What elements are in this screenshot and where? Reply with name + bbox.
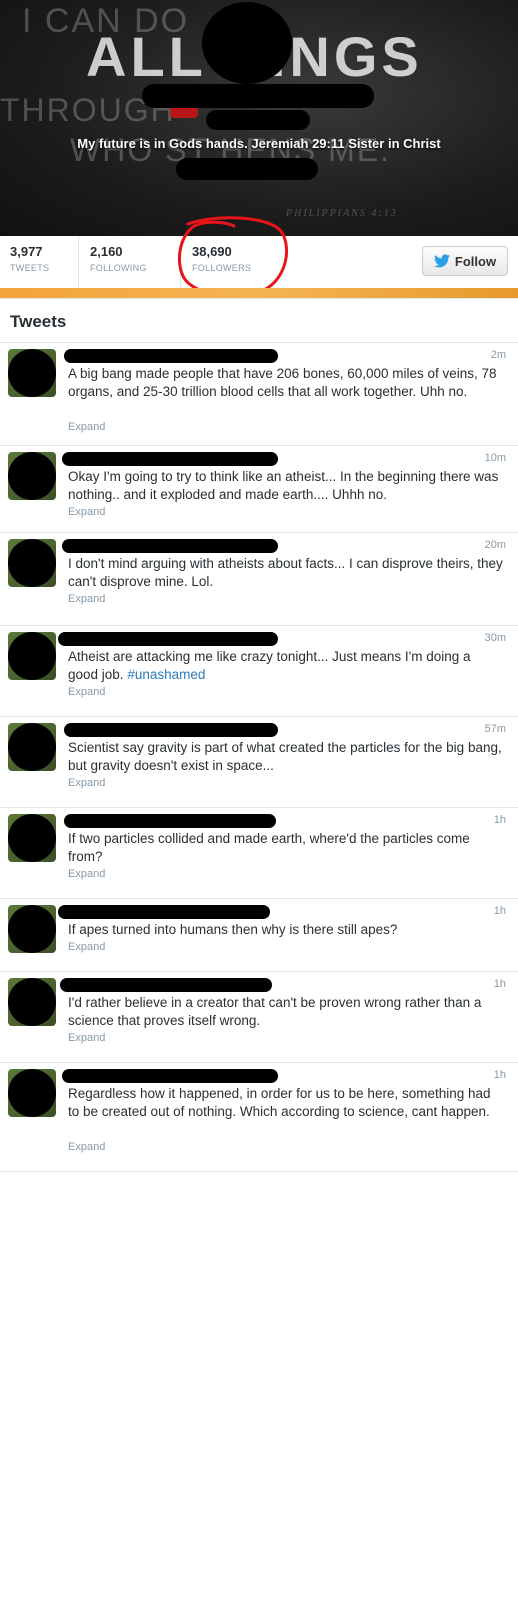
expand-link[interactable]: Expand — [68, 941, 105, 953]
tweet-timestamp[interactable]: 57m — [485, 723, 506, 735]
tweet-text: I'd rather believe in a creator that can… — [68, 994, 504, 1030]
tweet-item[interactable]: 2m A big bang made people that have 206 b… — [0, 343, 518, 446]
tweets-count: 3,977 — [10, 244, 43, 259]
stat-tweets[interactable]: 3,977 TWEETS — [10, 244, 49, 284]
tweet-item[interactable]: 1h I'd rather believe in a creator that c… — [0, 972, 518, 1063]
tweet-item[interactable]: 1h If apes turned into humans then why is… — [0, 899, 518, 972]
location-redaction — [176, 158, 318, 180]
following-count: 2,160 — [90, 244, 123, 259]
expand-link[interactable]: Expand — [68, 1032, 105, 1044]
avatar-redaction — [8, 723, 56, 771]
tweet-timestamp[interactable]: 1h — [494, 814, 506, 826]
name-redaction — [142, 84, 374, 108]
tweet-avatar[interactable] — [8, 349, 56, 397]
tweet-item[interactable]: 30m Atheist are attacking me like crazy t… — [0, 626, 518, 717]
tweet-text: Regardless how it happened, in order for… — [68, 1085, 504, 1121]
tweet-avatar[interactable] — [8, 814, 56, 862]
tweet-text: If two particles collided and made earth… — [68, 830, 504, 866]
header-accent-strip — [0, 288, 518, 298]
handle-redaction — [206, 110, 310, 130]
tweets-label: TWEETS — [10, 263, 50, 273]
tweet-author-redaction — [58, 632, 278, 646]
tweet-avatar[interactable] — [8, 539, 56, 587]
tweets-section-title: Tweets — [10, 312, 67, 331]
tweet-author-redaction — [62, 1069, 278, 1083]
tweet-text: A big bang made people that have 206 bon… — [68, 365, 504, 401]
tweet-avatar[interactable] — [8, 723, 56, 771]
avatar-redaction — [8, 978, 56, 1026]
tweet-text-body: I don't mind arguing with atheists about… — [68, 556, 503, 589]
header-bg-reference: PHILIPPIANS 4:13 — [286, 208, 398, 219]
tweet-avatar[interactable] — [8, 1069, 56, 1117]
tweet-avatar[interactable] — [8, 632, 56, 680]
tweet-author-redaction — [60, 978, 272, 992]
avatar-redaction — [8, 452, 56, 500]
tweet-author-redaction — [64, 723, 278, 737]
stat-divider — [78, 236, 79, 288]
twitter-bird-icon — [433, 254, 450, 268]
tweet-avatar[interactable] — [8, 978, 56, 1026]
tweet-item[interactable]: 20m I don't mind arguing with atheists ab… — [0, 533, 518, 626]
avatar-redaction — [8, 1069, 56, 1117]
avatar-redaction — [8, 349, 56, 397]
tweet-text-body: Scientist say gravity is part of what cr… — [68, 740, 502, 773]
avatar-redaction — [8, 905, 56, 953]
tweet-timestamp[interactable]: 20m — [485, 539, 506, 551]
follow-button[interactable]: Follow — [422, 246, 508, 276]
expand-link[interactable]: Expand — [68, 686, 105, 698]
tweet-text: I don't mind arguing with atheists about… — [68, 555, 504, 591]
tweet-avatar[interactable] — [8, 452, 56, 500]
red-annotation-circle — [177, 216, 289, 298]
tweet-item[interactable]: 1h Regardless how it happened, in order f… — [0, 1063, 518, 1172]
tweet-text-body: If two particles collided and made earth… — [68, 831, 470, 864]
expand-link[interactable]: Expand — [68, 421, 105, 433]
tweet-timestamp[interactable]: 1h — [494, 905, 506, 917]
tweet-timestamp[interactable]: 1h — [494, 978, 506, 990]
expand-link[interactable]: Expand — [68, 593, 105, 605]
profile-header: I CAN DO ALL HINGS THROUGH WHO ST HENS M… — [0, 0, 518, 236]
profile-bio: My future is in Gods hands. Jeremiah 29:… — [77, 136, 441, 151]
tweet-text: Atheist are attacking me like crazy toni… — [68, 648, 504, 684]
expand-link[interactable]: Expand — [68, 506, 105, 518]
tweet-timestamp[interactable]: 30m — [485, 632, 506, 644]
expand-link[interactable]: Expand — [68, 777, 105, 789]
tweet-author-redaction — [64, 814, 276, 828]
expand-link[interactable]: Expand — [68, 1141, 105, 1153]
avatar-redaction — [8, 539, 56, 587]
tweet-item[interactable]: 57m Scientist say gravity is part of what… — [0, 717, 518, 808]
follow-label: Follow — [454, 253, 497, 269]
tweet-text: Scientist say gravity is part of what cr… — [68, 739, 504, 775]
tweet-author-redaction — [58, 905, 270, 919]
avatar-redaction — [8, 814, 56, 862]
tweet-text: If apes turned into humans then why is t… — [68, 921, 504, 939]
tweet-item[interactable]: 10m Okay I'm going to try to think like a… — [0, 446, 518, 533]
stat-following[interactable]: 2,160 FOLLOWING — [90, 244, 147, 284]
tweet-text-body: A big bang made people that have 206 bon… — [68, 366, 497, 399]
tweet-item[interactable]: 1h If two particles collided and made ear… — [0, 808, 518, 899]
avatar-redaction — [8, 632, 56, 680]
tweet-text-body: If apes turned into humans then why is t… — [68, 922, 398, 937]
following-label: FOLLOWING — [90, 263, 147, 273]
tweet-text-body: I'd rather believe in a creator that can… — [68, 995, 482, 1028]
tweet-text: Okay I'm going to try to think like an a… — [68, 468, 504, 504]
tweet-timestamp[interactable]: 2m — [491, 349, 506, 361]
expand-link[interactable]: Expand — [68, 868, 105, 880]
hashtag-link[interactable]: #unashamed — [127, 667, 205, 682]
tweet-author-redaction — [62, 452, 278, 466]
tweet-avatar[interactable] — [8, 905, 56, 953]
tweet-text-body: Regardless how it happened, in order for… — [68, 1086, 491, 1119]
tweet-author-redaction — [62, 539, 278, 553]
tweet-timestamp[interactable]: 1h — [494, 1069, 506, 1081]
tweet-timestamp[interactable]: 10m — [485, 452, 506, 464]
profile-avatar-redaction — [202, 2, 292, 84]
tweet-author-redaction — [64, 349, 278, 363]
tweet-text-body: Okay I'm going to try to think like an a… — [68, 469, 499, 502]
